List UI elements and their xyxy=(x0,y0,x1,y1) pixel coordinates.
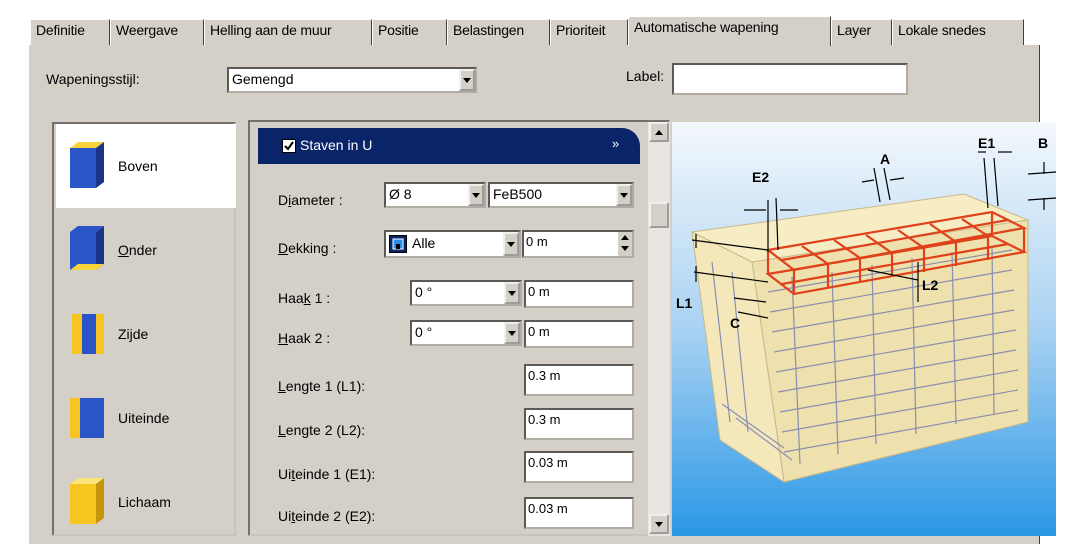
cover-mode-value: Alle xyxy=(412,235,436,251)
diameter-value: Ø 8 xyxy=(389,186,412,202)
side-item-zijde[interactable]: Zijde xyxy=(56,292,236,376)
face-list: Boven Onder Zijde Uiteinde Lichaam xyxy=(52,122,236,536)
side-item-lichaam[interactable]: Lichaam xyxy=(56,460,236,544)
cover-label: Dekking : xyxy=(278,240,337,256)
side-item-label: Uiteinde xyxy=(118,410,170,426)
form-scrollbar[interactable] xyxy=(648,122,670,536)
tab-lokale-snedes[interactable]: Lokale snedes xyxy=(892,19,1024,45)
cover-mode-select[interactable]: Alle xyxy=(384,230,521,258)
tab-prioriteit[interactable]: Prioriteit xyxy=(550,19,628,45)
style-label: Wapeningsstijl: xyxy=(46,71,140,87)
label-input[interactable] xyxy=(672,63,908,95)
hook2-angle: 0 ° xyxy=(415,324,433,340)
scroll-down-button[interactable] xyxy=(649,514,669,534)
chevron-down-icon[interactable] xyxy=(616,184,632,206)
tab-layer[interactable]: Layer xyxy=(831,19,892,45)
tab-definitie[interactable]: Definitie xyxy=(30,19,110,45)
diameter-select[interactable]: Ø 8 xyxy=(384,182,486,208)
hook2-length-field[interactable]: 0 m xyxy=(524,320,634,348)
side-face-icon xyxy=(72,314,104,354)
body-icon xyxy=(70,478,104,524)
chevron-down-icon[interactable] xyxy=(459,69,475,91)
dim-label-a: A xyxy=(880,151,890,167)
tab-belastingen[interactable]: Belastingen xyxy=(447,19,550,45)
dim-label-b: B xyxy=(1038,135,1048,151)
side-item-label: Onder xyxy=(118,242,157,258)
hook1-angle-select[interactable]: 0 ° xyxy=(410,280,522,306)
hook1-length-field[interactable]: 0 m xyxy=(524,280,634,308)
end-face-icon xyxy=(70,398,104,438)
chevron-down-icon[interactable] xyxy=(504,282,520,304)
hook2-angle-select[interactable]: 0 ° xyxy=(410,320,522,346)
length2-field[interactable]: 0.3 m xyxy=(524,408,634,440)
section-checkbox[interactable] xyxy=(282,139,296,153)
chevron-down-icon[interactable] xyxy=(504,322,520,344)
length1-label: Lengte 1 (L1): xyxy=(278,378,366,394)
grade-select[interactable]: FeB500 xyxy=(488,182,634,208)
top-face-icon xyxy=(70,142,104,188)
label-field-label: Label: xyxy=(626,68,665,84)
chevron-down-icon[interactable] xyxy=(468,184,484,206)
tab-positie[interactable]: Positie xyxy=(372,19,447,45)
end2-label: Uiteinde 2 (E2): xyxy=(278,508,376,524)
side-item-label: Zijde xyxy=(118,326,149,342)
section-header[interactable]: Staven in U » xyxy=(258,128,640,164)
spinner[interactable] xyxy=(618,232,632,256)
tab-automatische-wapening[interactable]: Automatische wapening xyxy=(628,16,831,46)
cover-icon xyxy=(389,235,407,253)
collapse-icon[interactable]: » xyxy=(612,136,619,151)
hook2-label: Haak 2 : xyxy=(278,330,331,346)
diameter-label: Diameter : xyxy=(278,192,343,208)
dim-label-e2: E2 xyxy=(752,169,769,185)
tab-bar: Definitie Weergave Helling aan de muur P… xyxy=(30,16,1040,46)
bottom-face-icon xyxy=(70,226,104,270)
side-item-label: Boven xyxy=(118,158,158,174)
dim-label-c: C xyxy=(730,315,740,331)
side-item-uiteinde[interactable]: Uiteinde xyxy=(56,376,236,460)
side-item-onder[interactable]: Onder xyxy=(56,208,236,292)
rebar-diagram: E1 B A E2 L2 L1 C xyxy=(672,122,1056,536)
end2-field[interactable]: 0.03 m xyxy=(524,497,634,529)
dim-label-l1: L1 xyxy=(676,295,693,311)
tab-weergave[interactable]: Weergave xyxy=(110,19,204,45)
grade-value: FeB500 xyxy=(493,186,543,202)
side-item-label: Lichaam xyxy=(118,494,171,510)
end1-label: Uiteinde 1 (E1): xyxy=(278,466,376,482)
chevron-down-icon[interactable] xyxy=(503,232,519,256)
section-title: Staven in U xyxy=(300,137,373,153)
side-item-boven[interactable]: Boven xyxy=(56,124,236,208)
end1-field[interactable]: 0.03 m xyxy=(524,451,634,483)
tab-helling[interactable]: Helling aan de muur xyxy=(204,19,372,45)
length1-field[interactable]: 0.3 m xyxy=(524,364,634,396)
hook1-label: Haak 1 : xyxy=(278,290,331,306)
cover-value: 0 m xyxy=(526,234,548,249)
style-value: Gemengd xyxy=(232,71,294,87)
length2-label: Lengte 2 (L2): xyxy=(278,422,366,438)
cover-value-field[interactable]: 0 m xyxy=(522,230,634,258)
dim-label-e1: E1 xyxy=(978,135,995,151)
dim-label-l2: L2 xyxy=(922,277,939,293)
scroll-up-button[interactable] xyxy=(649,122,669,142)
hook1-angle: 0 ° xyxy=(415,284,433,300)
style-select[interactable]: Gemengd xyxy=(227,67,477,93)
scroll-thumb[interactable] xyxy=(649,202,669,228)
